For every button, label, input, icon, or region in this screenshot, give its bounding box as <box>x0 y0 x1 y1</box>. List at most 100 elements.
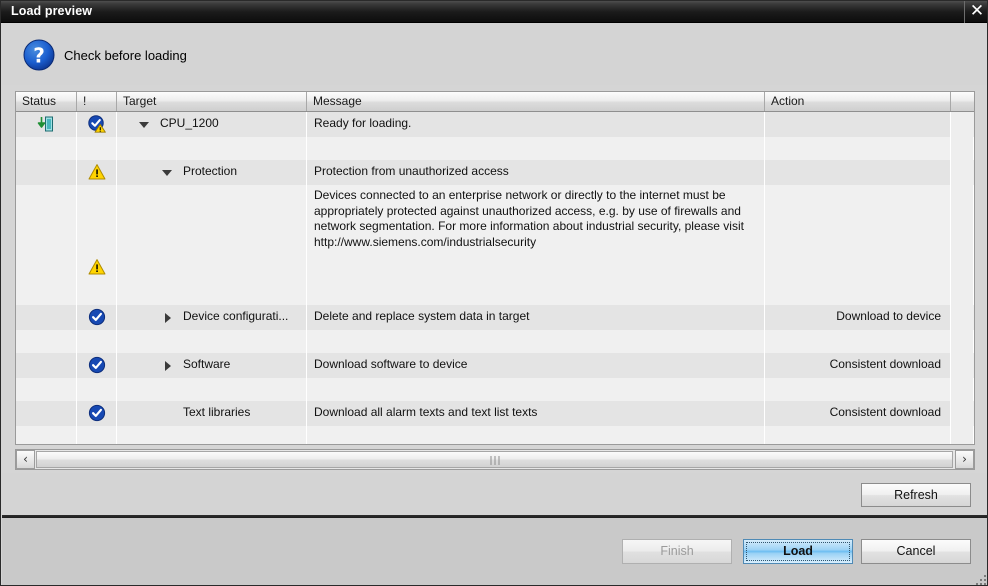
cell-target <box>117 426 307 444</box>
cell-target: Text libraries <box>117 401 307 426</box>
cell-status <box>16 353 77 378</box>
dialog-title: Load preview <box>11 4 93 18</box>
target-label: Software <box>183 357 231 371</box>
cell-flag <box>77 426 117 444</box>
scrollbar-grip-icon <box>490 456 499 465</box>
scrollbar-thumb[interactable] <box>36 451 953 468</box>
check-circle-icon <box>88 308 106 326</box>
download-to-device-icon <box>37 115 55 133</box>
message-text: Protection from unauthorized access <box>314 164 509 178</box>
column-header-tail[interactable] <box>951 92 974 111</box>
twisty-collapsed-icon[interactable] <box>165 360 171 371</box>
twisty-expanded-icon[interactable] <box>139 121 149 128</box>
table-row[interactable]: Text libraries Download all alarm texts … <box>16 401 974 426</box>
action-text: Consistent download <box>829 405 941 419</box>
message-text: Download software to device <box>314 357 468 371</box>
cell-action <box>765 160 951 185</box>
cell-flag <box>77 284 117 305</box>
scroll-right-button[interactable]: › <box>955 450 974 469</box>
target-label: Text libraries <box>183 405 251 419</box>
twisty-collapsed-icon[interactable] <box>165 312 171 323</box>
cell-flag <box>77 137 117 160</box>
cell-status <box>16 330 77 353</box>
load-button-label: Load <box>783 544 813 558</box>
cell-action[interactable]: Download to device <box>765 305 951 330</box>
cell-target <box>117 137 307 160</box>
cell-status <box>16 284 77 305</box>
refresh-button[interactable]: Refresh <box>861 483 971 507</box>
cell-target: Protection <box>117 160 307 185</box>
cell-tail <box>951 112 974 137</box>
table-row-spacer <box>16 330 974 353</box>
table-row-spacer <box>16 378 974 401</box>
cell-action <box>765 378 951 401</box>
cell-tail <box>951 353 974 378</box>
cell-message <box>307 378 765 401</box>
cell-action <box>765 426 951 444</box>
warning-triangle-icon <box>88 258 106 276</box>
cell-message <box>307 330 765 353</box>
column-header-status[interactable]: Status <box>16 92 77 111</box>
column-header-action[interactable]: Action <box>765 92 951 111</box>
cell-flag <box>77 378 117 401</box>
horizontal-scrollbar[interactable]: ‹ › <box>15 449 975 470</box>
cell-message: Delete and replace system data in target <box>307 305 765 330</box>
close-button[interactable]: ✕ <box>964 1 987 23</box>
cell-status <box>16 378 77 401</box>
cell-tail <box>951 137 974 160</box>
cell-action <box>765 284 951 305</box>
table-row[interactable]: Protection Protection from unauthorized … <box>16 160 974 185</box>
cell-tail <box>951 330 974 353</box>
cell-tail <box>951 185 974 284</box>
cell-status <box>16 305 77 330</box>
table-row[interactable]: CPU_1200 Ready for loading. <box>16 112 974 137</box>
target-label: CPU_1200 <box>160 116 219 130</box>
cell-tail <box>951 305 974 330</box>
check-circle-icon <box>88 356 106 374</box>
load-preview-dialog: Load preview ✕ ? Check before loading St… <box>0 0 988 586</box>
cell-target <box>117 378 307 401</box>
dialog-titlebar[interactable]: Load preview ✕ <box>1 1 987 23</box>
table-row[interactable]: Device configurati... Delete and replace… <box>16 305 974 330</box>
cell-target: Device configurati... <box>117 305 307 330</box>
table-row-spacer <box>16 426 974 444</box>
cell-message <box>307 137 765 160</box>
cell-message: Download all alarm texts and text list t… <box>307 401 765 426</box>
cell-action[interactable]: Consistent download <box>765 401 951 426</box>
cancel-button[interactable]: Cancel <box>861 539 971 564</box>
check-circle-warning-icon <box>88 115 106 133</box>
cell-action[interactable]: Consistent download <box>765 353 951 378</box>
resize-grip-icon[interactable] <box>972 571 986 585</box>
action-text: Download to device <box>836 309 941 323</box>
table-row[interactable]: Software Download software to device Con… <box>16 353 974 378</box>
svg-text:?: ? <box>33 44 45 68</box>
target-label: Protection <box>183 164 238 178</box>
scroll-left-button[interactable]: ‹ <box>16 450 35 469</box>
action-text: Consistent download <box>829 357 941 371</box>
cell-message: Download software to device <box>307 353 765 378</box>
cell-flag <box>77 305 117 330</box>
column-header-target[interactable]: Target <box>117 92 307 111</box>
cell-message: Ready for loading. <box>307 112 765 137</box>
cell-tail <box>951 378 974 401</box>
table-row[interactable]: Devices connected to an enterprise netwo… <box>16 185 974 284</box>
column-header-message[interactable]: Message <box>307 92 765 111</box>
cell-tail <box>951 401 974 426</box>
message-text: Download all alarm texts and text list t… <box>314 405 538 419</box>
load-button[interactable]: Load <box>743 539 853 564</box>
table-body: CPU_1200 Ready for loading. Protection P… <box>16 112 974 444</box>
cell-message <box>307 284 765 305</box>
cell-status <box>16 401 77 426</box>
message-text: Devices connected to an enterprise netwo… <box>314 188 744 249</box>
cell-action <box>765 330 951 353</box>
header-title: Check before loading <box>64 48 187 63</box>
table-row-spacer <box>16 284 974 305</box>
column-header-exclamation[interactable]: ! <box>77 92 117 111</box>
cell-flag <box>77 401 117 426</box>
cell-flag <box>77 330 117 353</box>
finish-button[interactable]: Finish <box>622 539 732 564</box>
cell-status <box>16 160 77 185</box>
cell-message: Protection from unauthorized access <box>307 160 765 185</box>
question-circle-icon: ? <box>23 39 55 71</box>
twisty-expanded-icon[interactable] <box>162 169 172 176</box>
